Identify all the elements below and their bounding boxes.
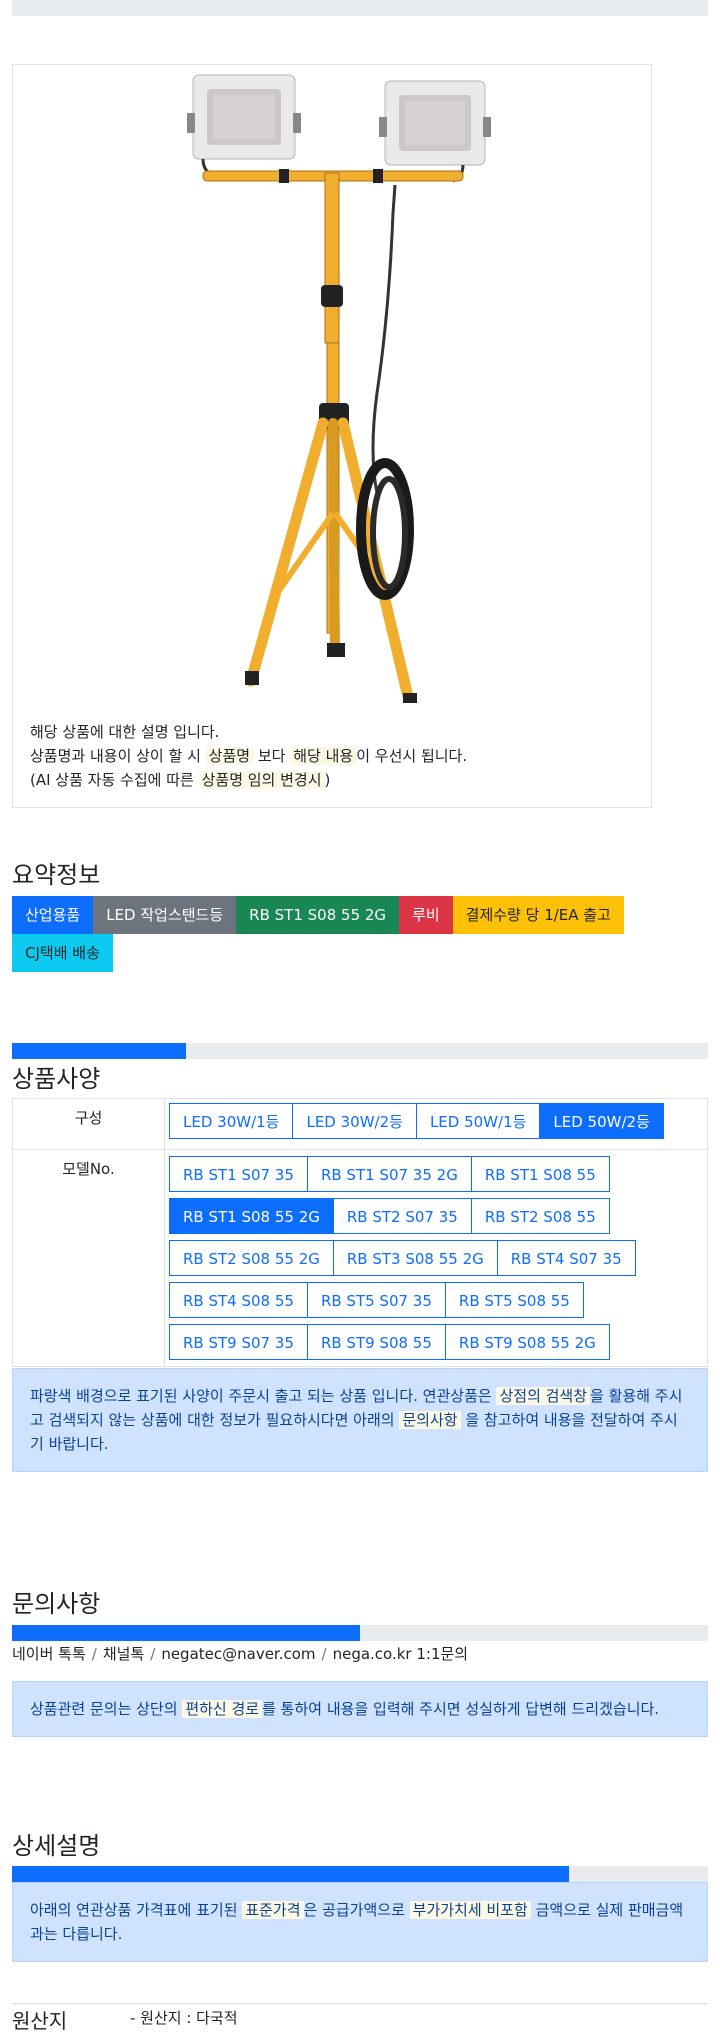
- origin-value: - 원산지 : 다국적: [130, 2009, 238, 2027]
- inquiry-progress-bar: [12, 1625, 708, 1641]
- highlight-convenient-route: 편하신 경로: [182, 1700, 263, 1718]
- config-option[interactable]: LED 50W/1등: [415, 1103, 541, 1139]
- product-card: 해당 상품에 대한 설명 입니다. 상품명과 내용이 상이 할 시 상품명 보다…: [12, 64, 652, 808]
- spec-table: 구성 LED 30W/1등 LED 30W/2등 LED 50W/1등 LED …: [12, 1098, 708, 1367]
- separator: /: [150, 1645, 156, 1663]
- notice-text: 파랑색 배경으로 표기된 사양이 주문시 출고 되는 상품 입니다. 연관상품은: [30, 1387, 492, 1405]
- detail-notice-alert: 아래의 연관상품 가격표에 표기된 표준가격 은 공급가액으로 부가가치세 비포함…: [12, 1882, 708, 1962]
- spec-progress-fill: [12, 1043, 186, 1059]
- summary-badges: 산업용품 LED 작업스탠드등 RB ST1 S08 55 2G 루비 결제수량…: [12, 896, 708, 972]
- highlight-product-name: 상품명: [205, 747, 254, 765]
- detail-progress-bar: [12, 1866, 708, 1882]
- config-options: LED 30W/1등 LED 30W/2등 LED 50W/1등 LED 50W…: [164, 1098, 708, 1150]
- model-option[interactable]: RB ST5 S08 55: [444, 1282, 584, 1318]
- top-divider-bar: [12, 0, 708, 16]
- desc-text: 보다: [257, 747, 286, 765]
- model-option[interactable]: RB ST3 S08 55 2G: [332, 1240, 498, 1276]
- badge-model: RB ST1 S08 55 2G: [236, 896, 400, 934]
- contact-email[interactable]: negatec@naver.com: [161, 1645, 315, 1663]
- spec-label-model: 모델No.: [12, 1149, 165, 1367]
- highlight-vat-excluded: 부가가치세 비포함: [409, 1901, 531, 1919]
- model-option[interactable]: RB ST2 S07 35: [332, 1198, 472, 1234]
- desc-text: ): [324, 771, 331, 789]
- notice-text: 은 공급가액으로: [303, 1901, 405, 1919]
- spec-row-model: 모델No. RB ST1 S07 35 RB ST1 S07 35 2G RB …: [12, 1149, 708, 1367]
- model-option-selected[interactable]: RB ST1 S08 55 2G: [169, 1198, 334, 1234]
- contact-site-inquiry[interactable]: nega.co.kr 1:1문의: [333, 1645, 469, 1663]
- product-description: 해당 상품에 대한 설명 입니다. 상품명과 내용이 상이 할 시 상품명 보다…: [30, 720, 467, 792]
- origin-divider: [12, 2003, 708, 2004]
- model-option[interactable]: RB ST2 S08 55: [470, 1198, 610, 1234]
- desc-text: (AI 상품 자동 수집에 따른: [30, 771, 194, 789]
- notice-text: 상품관련 문의는 상단의: [30, 1700, 178, 1718]
- highlight-inquiry: 문의사항: [399, 1411, 461, 1429]
- separator: /: [91, 1645, 97, 1663]
- detail-progress-fill: [12, 1866, 569, 1882]
- contact-channel-talk[interactable]: 채널톡: [103, 1645, 144, 1663]
- model-option[interactable]: RB ST4 S08 55: [169, 1282, 308, 1318]
- highlight-content: 해당 내용: [290, 747, 357, 765]
- contact-channels: 네이버 톡톡 / 채널톡 / negatec@naver.com / nega.co.kr …: [12, 1643, 468, 1664]
- desc-line-2: 상품명과 내용이 상이 할 시 상품명 보다 해당 내용 이 우선시 됩니다.: [30, 744, 467, 768]
- contact-naver-talk[interactable]: 네이버 톡톡: [12, 1645, 86, 1663]
- highlight-search-box: 상점의 검색창: [496, 1387, 591, 1405]
- model-option[interactable]: RB ST9 S07 35: [169, 1324, 308, 1360]
- led-tripod-work-light-image: [187, 74, 491, 703]
- inquiry-progress-fill: [12, 1625, 360, 1641]
- badge-quantity: 결제수량 당 1/EA 출고: [452, 896, 624, 934]
- desc-line-3: (AI 상품 자동 수집에 따른 상품명 임의 변경시): [30, 768, 467, 792]
- summary-title: 요약정보: [12, 861, 101, 889]
- notice-text: 아래의 연관상품 가격표에 표기된: [30, 1901, 238, 1919]
- inquiry-title: 문의사항: [12, 1590, 101, 1618]
- config-option[interactable]: LED 30W/2등: [292, 1103, 417, 1139]
- notice-text: 를 통하여 내용을 입력해 주시면 성실하게 답변해 드리겠습니다.: [262, 1700, 660, 1718]
- model-option[interactable]: RB ST9 S08 55 2G: [444, 1324, 610, 1360]
- origin-title: 원산지: [12, 2009, 68, 2033]
- badge-shipping: CJ택배 배송: [12, 934, 113, 972]
- spec-notice-alert: 파랑색 배경으로 표기된 사양이 주문시 출고 되는 상품 입니다. 연관상품은…: [12, 1368, 708, 1472]
- model-option[interactable]: RB ST2 S08 55 2G: [169, 1240, 334, 1276]
- separator: /: [321, 1645, 327, 1663]
- model-option[interactable]: RB ST1 S08 55: [470, 1156, 610, 1192]
- spec-progress-bar: [12, 1043, 708, 1059]
- model-option[interactable]: RB ST1 S07 35: [169, 1156, 308, 1192]
- spec-row-config: 구성 LED 30W/1등 LED 30W/2등 LED 50W/1등 LED …: [12, 1098, 708, 1150]
- desc-line-1: 해당 상품에 대한 설명 입니다.: [30, 723, 220, 741]
- lamp-left: [187, 74, 301, 179]
- desc-text: 이 우선시 됩니다.: [356, 747, 468, 765]
- detail-title: 상세설명: [12, 1832, 101, 1860]
- model-option[interactable]: RB ST4 S07 35: [496, 1240, 636, 1276]
- model-options: RB ST1 S07 35 RB ST1 S07 35 2G RB ST1 S0…: [164, 1149, 708, 1367]
- config-option[interactable]: LED 30W/1등: [169, 1103, 294, 1139]
- badge-category: 산업용품: [12, 896, 94, 934]
- inquiry-notice-alert: 상품관련 문의는 상단의 편하신 경로 를 통하여 내용을 입력해 주시면 성실하…: [12, 1681, 708, 1737]
- model-option[interactable]: RB ST5 S07 35: [306, 1282, 446, 1318]
- spec-title: 상품사양: [12, 1065, 101, 1093]
- highlight-standard-price: 표준가격: [242, 1901, 304, 1919]
- config-option-selected[interactable]: LED 50W/2등: [539, 1103, 664, 1139]
- badge-product-type: LED 작업스탠드등: [93, 896, 237, 934]
- model-option[interactable]: RB ST9 S08 55: [306, 1324, 446, 1360]
- desc-text: 상품명과 내용이 상이 할 시: [30, 747, 201, 765]
- highlight-name-change: 상품명 임의 변경시: [198, 771, 325, 789]
- badge-brand: 루비: [399, 896, 453, 934]
- spec-label-config: 구성: [12, 1098, 165, 1150]
- lamp-right: [379, 80, 491, 183]
- model-option[interactable]: RB ST1 S07 35 2G: [306, 1156, 472, 1192]
